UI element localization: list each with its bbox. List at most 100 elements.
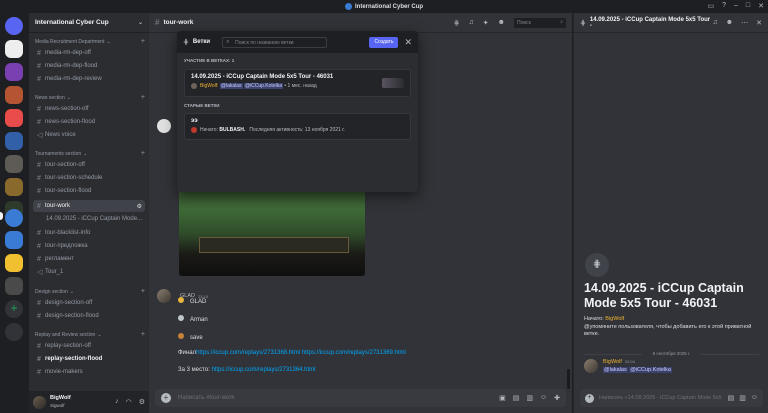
- channel-media-rm-dep-off[interactable]: # media-rm-dep-off: [33, 47, 145, 59]
- category-media[interactable]: Media Recruitment Department ⌄ +: [35, 38, 145, 45]
- avatar[interactable]: [157, 289, 171, 303]
- channel-tour-section-off[interactable]: # tour-section-off: [33, 159, 145, 171]
- apps-icon[interactable]: ✚: [554, 394, 560, 402]
- pin-icon[interactable]: ✦: [483, 19, 489, 27]
- add-channel-icon[interactable]: +: [141, 38, 145, 45]
- message-author[interactable]: BigWolf: [603, 359, 622, 365]
- server-icon[interactable]: [5, 40, 23, 58]
- server-icon[interactable]: [5, 109, 23, 127]
- thread-thumbnail: [382, 78, 404, 88]
- inbox-icon[interactable]: ▭: [707, 2, 714, 10]
- thread-message-input[interactable]: + Написать «14.09.2025 - iCCup Captain M…: [580, 389, 763, 407]
- explore-icon[interactable]: [5, 323, 23, 341]
- channel-media-rm-dep-flood[interactable]: # media-rm-dep-flood: [33, 60, 145, 72]
- avatar[interactable]: [584, 359, 598, 373]
- gift-icon[interactable]: ▣: [499, 394, 506, 402]
- avatar[interactable]: [33, 395, 46, 409]
- add-channel-icon[interactable]: +: [141, 331, 145, 338]
- channel-news-voice[interactable]: ◁ News voice: [33, 129, 145, 141]
- server-icon[interactable]: [5, 231, 23, 249]
- category-design[interactable]: Design section ⌄ +: [35, 288, 145, 295]
- channel-tour-blacklist-info[interactable]: # tour-blacklist-info: [33, 227, 145, 239]
- channel-news-section-flood[interactable]: # news-section-flood: [33, 116, 145, 128]
- add-channel-icon[interactable]: +: [141, 288, 145, 295]
- mention[interactable]: @iCCup.Kotelka: [243, 83, 283, 89]
- hash-icon: #: [37, 75, 41, 83]
- message-input[interactable]: + Написать #tour-work ▣ ▤ ▥ ☺ ✚: [155, 389, 566, 407]
- channel-tour-1[interactable]: ◁ Tour_1: [33, 266, 145, 278]
- create-thread-button[interactable]: Создать: [369, 36, 399, 48]
- gif-icon[interactable]: ▤: [728, 394, 735, 402]
- add-attachment-icon[interactable]: +: [585, 393, 594, 403]
- more-icon[interactable]: ⋯: [741, 19, 748, 27]
- threads-icon[interactable]: ⋕: [454, 19, 460, 27]
- message-time: 22:04: [624, 359, 635, 364]
- scrollbar[interactable]: [567, 369, 570, 389]
- microphone-icon[interactable]: ♪: [115, 398, 119, 406]
- replay-link[interactable]: https://iccup.com/replays/2731369.html: [302, 350, 406, 356]
- add-channel-icon[interactable]: +: [141, 150, 145, 157]
- settings-icon[interactable]: ⚙: [137, 203, 142, 210]
- channel-media-rm-dep-review[interactable]: # media-rm-dep-review: [33, 73, 145, 85]
- emoji-icon[interactable]: ☺: [751, 394, 758, 402]
- channel-reglament[interactable]: # регламент: [33, 253, 145, 265]
- channel-news-section-off[interactable]: # news-section-off: [33, 103, 145, 115]
- search-input[interactable]: Поиск ⌕: [514, 17, 566, 28]
- channel-tour-section-flood[interactable]: # tour-section-flood: [33, 185, 145, 197]
- server-icon[interactable]: [5, 132, 23, 150]
- channel-movie-makers[interactable]: # movie-makers: [33, 366, 145, 378]
- close-icon[interactable]: ✕: [404, 37, 412, 48]
- emoji-icon[interactable]: ☺: [540, 394, 547, 402]
- close-icon[interactable]: ✕: [756, 19, 762, 27]
- mention[interactable]: @iCCup.Kotelka: [629, 367, 672, 373]
- mention[interactable]: @lakalas: [603, 367, 628, 373]
- category-replay[interactable]: Replay and Review section ⌄ +: [35, 331, 145, 338]
- channel-tour-work[interactable]: # tour-work ⚙: [33, 200, 145, 212]
- mention[interactable]: @lakalas: [219, 83, 243, 89]
- sticker-icon[interactable]: ▥: [526, 394, 533, 402]
- replay-link[interactable]: https://iccup.com/replays/2731368.html: [196, 350, 300, 356]
- add-channel-icon[interactable]: +: [141, 94, 145, 101]
- title-bar: International Cyber Cup ▭ ? – □ ✕: [0, 0, 768, 13]
- gear-icon[interactable]: ⚙: [139, 398, 145, 406]
- maximize-icon[interactable]: □: [746, 2, 750, 10]
- server-icon[interactable]: [5, 209, 23, 227]
- channel-tour-section-schedule[interactable]: # tour-section-schedule: [33, 172, 145, 184]
- thread-starter[interactable]: BigWolf: [605, 316, 624, 322]
- headphones-icon[interactable]: ◠: [126, 398, 132, 406]
- server-icon[interactable]: [5, 63, 23, 81]
- channel-design-section-off[interactable]: # design-section-off: [33, 297, 145, 309]
- members-icon[interactable]: ☻: [498, 19, 505, 26]
- category-tournaments[interactable]: Tournaments section ⌄ +: [35, 150, 145, 157]
- category-news[interactable]: News section ⌄ +: [35, 94, 145, 101]
- channel-design-section-flood[interactable]: # design-section-flood: [33, 310, 145, 322]
- sticker-icon[interactable]: ▥: [739, 394, 746, 402]
- bell-icon[interactable]: ♫: [469, 19, 474, 26]
- gif-icon[interactable]: ▤: [513, 394, 520, 402]
- minimize-icon[interactable]: –: [734, 2, 738, 10]
- close-icon[interactable]: ✕: [758, 2, 764, 10]
- thread-search-input[interactable]: ⌕ Поиск по названию ветки: [222, 36, 328, 48]
- replay-link[interactable]: https://iccup.com/replays/2731364.html: [211, 367, 315, 373]
- server-icon[interactable]: [5, 155, 23, 173]
- channel-replay-section-off[interactable]: # replay-section-off: [33, 340, 145, 352]
- server-icon[interactable]: [5, 277, 23, 295]
- add-attachment-icon[interactable]: +: [161, 393, 171, 403]
- thread-card[interactable]: 14.09.2025 - iCCup Captain Mode 5x5 Tour…: [184, 69, 411, 97]
- server-icon[interactable]: [5, 178, 23, 196]
- thread-item[interactable]: 14.09.2025 - iCCup Captain Mode...: [33, 213, 145, 225]
- message-line: GLAD: [178, 297, 206, 305]
- members-icon[interactable]: ☻: [726, 19, 733, 27]
- message-line: За 3 место: https://iccup.com/replays/27…: [178, 367, 316, 373]
- add-server-icon[interactable]: +: [5, 300, 23, 318]
- bell-icon[interactable]: ♫: [713, 19, 718, 27]
- server-icon[interactable]: [5, 254, 23, 272]
- channel-tour-predlozhka[interactable]: # tour-предложка: [33, 240, 145, 252]
- home-icon[interactable]: [5, 17, 23, 35]
- help-icon[interactable]: ?: [722, 2, 726, 10]
- channel-replay-section-flood[interactable]: # replay-section-flood: [33, 353, 145, 365]
- server-icon[interactable]: [5, 86, 23, 104]
- server-header[interactable]: International Cyber Cup ⌄: [29, 13, 149, 33]
- avatar[interactable]: [157, 119, 171, 133]
- thread-card[interactable]: ээ Начато: BULBASH. Последняя активность…: [184, 113, 411, 140]
